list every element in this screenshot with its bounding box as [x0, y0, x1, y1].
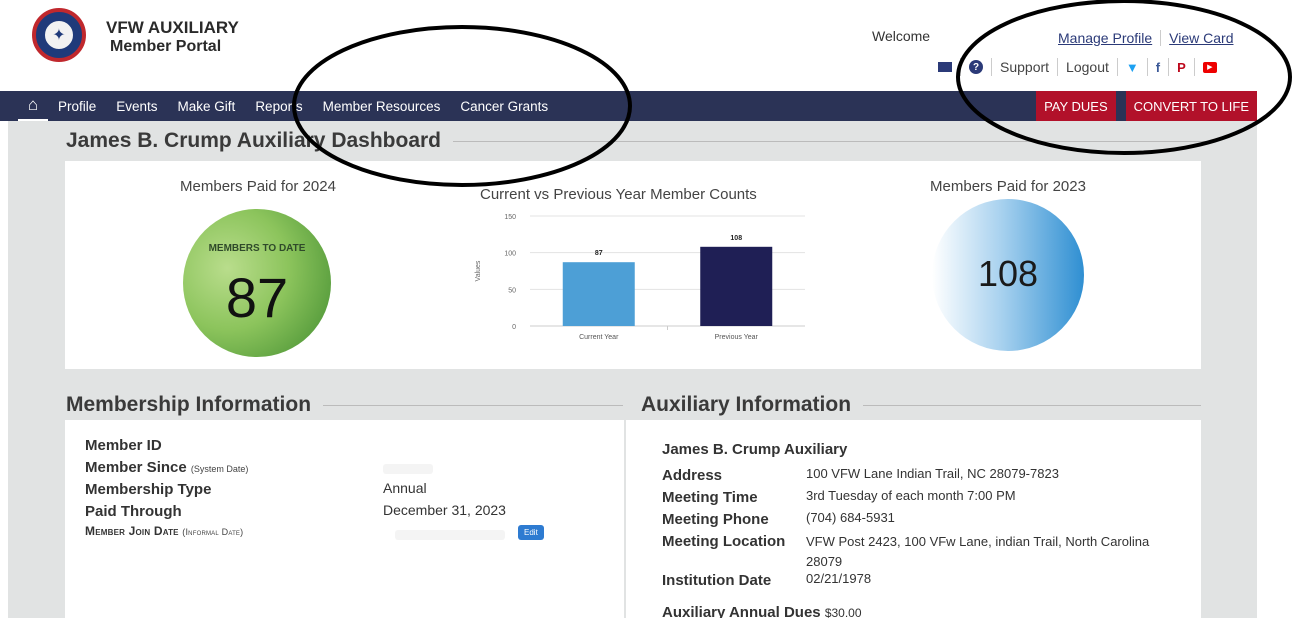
annotation-overlay [292, 0, 1292, 187]
annotation-ellipse-toplinks [956, 0, 1292, 155]
annotation-ellipse-nav [292, 25, 632, 187]
